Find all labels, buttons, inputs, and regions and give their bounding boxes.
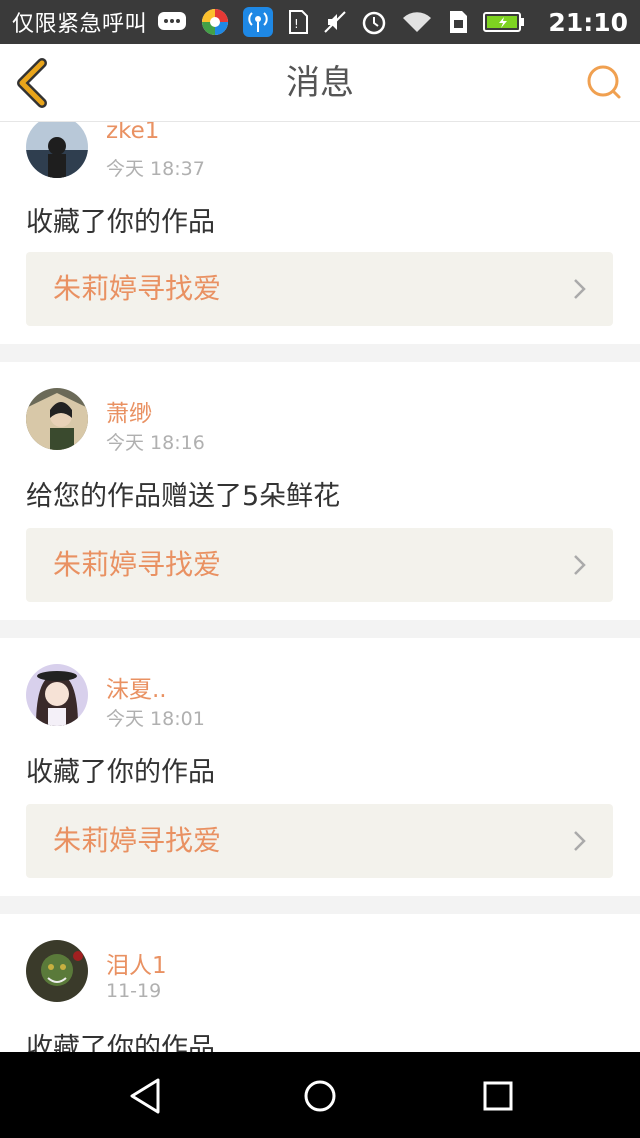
alarm-icon xyxy=(361,9,387,35)
status-icons: ! xyxy=(157,7,525,37)
chevron-left-icon xyxy=(17,58,47,108)
list-item[interactable]: 沫夏.. 今天 18:01 收藏了你的作品 朱莉婷寻找爱 xyxy=(0,638,640,896)
timestamp: 今天 18:16 xyxy=(106,432,205,454)
header-bar: 消息 xyxy=(0,44,640,122)
timestamp: 11-19 xyxy=(106,980,162,1002)
wifi-icon xyxy=(401,10,433,34)
username[interactable]: 萧缈 xyxy=(106,394,152,428)
recents-square-icon[interactable] xyxy=(476,1074,520,1118)
avatar[interactable] xyxy=(26,122,88,178)
work-card[interactable]: 朱莉婷寻找爱 xyxy=(26,528,613,602)
action-text: 收藏了你的作品 xyxy=(26,1033,215,1052)
status-bar: 仅限紧急呼叫 ! 21:10 xyxy=(0,0,640,44)
avatar[interactable] xyxy=(26,388,88,450)
status-time: 21:10 xyxy=(548,7,628,37)
carrier-text: 仅限紧急呼叫 xyxy=(12,12,148,37)
search-icon xyxy=(587,65,621,99)
back-triangle-icon[interactable] xyxy=(124,1074,168,1118)
message-icon xyxy=(157,11,187,33)
work-title: 朱莉婷寻找爱 xyxy=(53,824,222,857)
list-item[interactable]: 萧缈 今天 18:16 给您的作品赠送了5朵鲜花 朱莉婷寻找爱 xyxy=(0,362,640,620)
action-text: 收藏了你的作品 xyxy=(26,207,215,238)
chevron-right-icon xyxy=(574,831,586,851)
work-card[interactable]: 朱莉婷寻找爱 xyxy=(26,804,613,878)
color-app-icon xyxy=(201,8,229,36)
sim-icon: ! xyxy=(287,10,309,34)
system-nav-bar xyxy=(0,1052,640,1138)
home-circle-icon[interactable] xyxy=(298,1074,342,1118)
chevron-right-icon xyxy=(574,279,586,299)
avatar[interactable] xyxy=(26,664,88,726)
action-text: 收藏了你的作品 xyxy=(26,757,215,788)
work-title: 朱莉婷寻找爱 xyxy=(53,272,222,305)
list-item[interactable]: 泪人1 11-19 收藏了你的作品 xyxy=(0,914,640,1052)
svg-text:!: ! xyxy=(294,17,299,31)
username[interactable]: 泪人1 xyxy=(106,946,167,980)
message-list[interactable]: zke1 今天 18:37 收藏了你的作品 朱莉婷寻找爱 萧缈 今天 18:16… xyxy=(0,122,640,1052)
wifi-hotspot-icon xyxy=(243,7,274,37)
list-item[interactable]: zke1 今天 18:37 收藏了你的作品 朱莉婷寻找爱 xyxy=(0,122,640,344)
work-card[interactable]: 朱莉婷寻找爱 xyxy=(26,252,613,326)
username[interactable]: 沫夏.. xyxy=(106,670,167,704)
battery-icon xyxy=(483,11,525,33)
sim-card-icon xyxy=(447,10,469,34)
username[interactable]: zke1 xyxy=(106,122,159,144)
mute-icon xyxy=(323,10,347,34)
timestamp: 今天 18:01 xyxy=(106,708,205,730)
avatar[interactable] xyxy=(26,940,88,1002)
back-button[interactable] xyxy=(16,58,56,108)
page-title: 消息 xyxy=(286,63,354,103)
chevron-right-icon xyxy=(574,555,586,575)
search-button[interactable] xyxy=(586,64,624,102)
work-title: 朱莉婷寻找爱 xyxy=(53,548,222,581)
action-text: 给您的作品赠送了5朵鲜花 xyxy=(26,481,341,512)
timestamp: 今天 18:37 xyxy=(106,158,205,180)
